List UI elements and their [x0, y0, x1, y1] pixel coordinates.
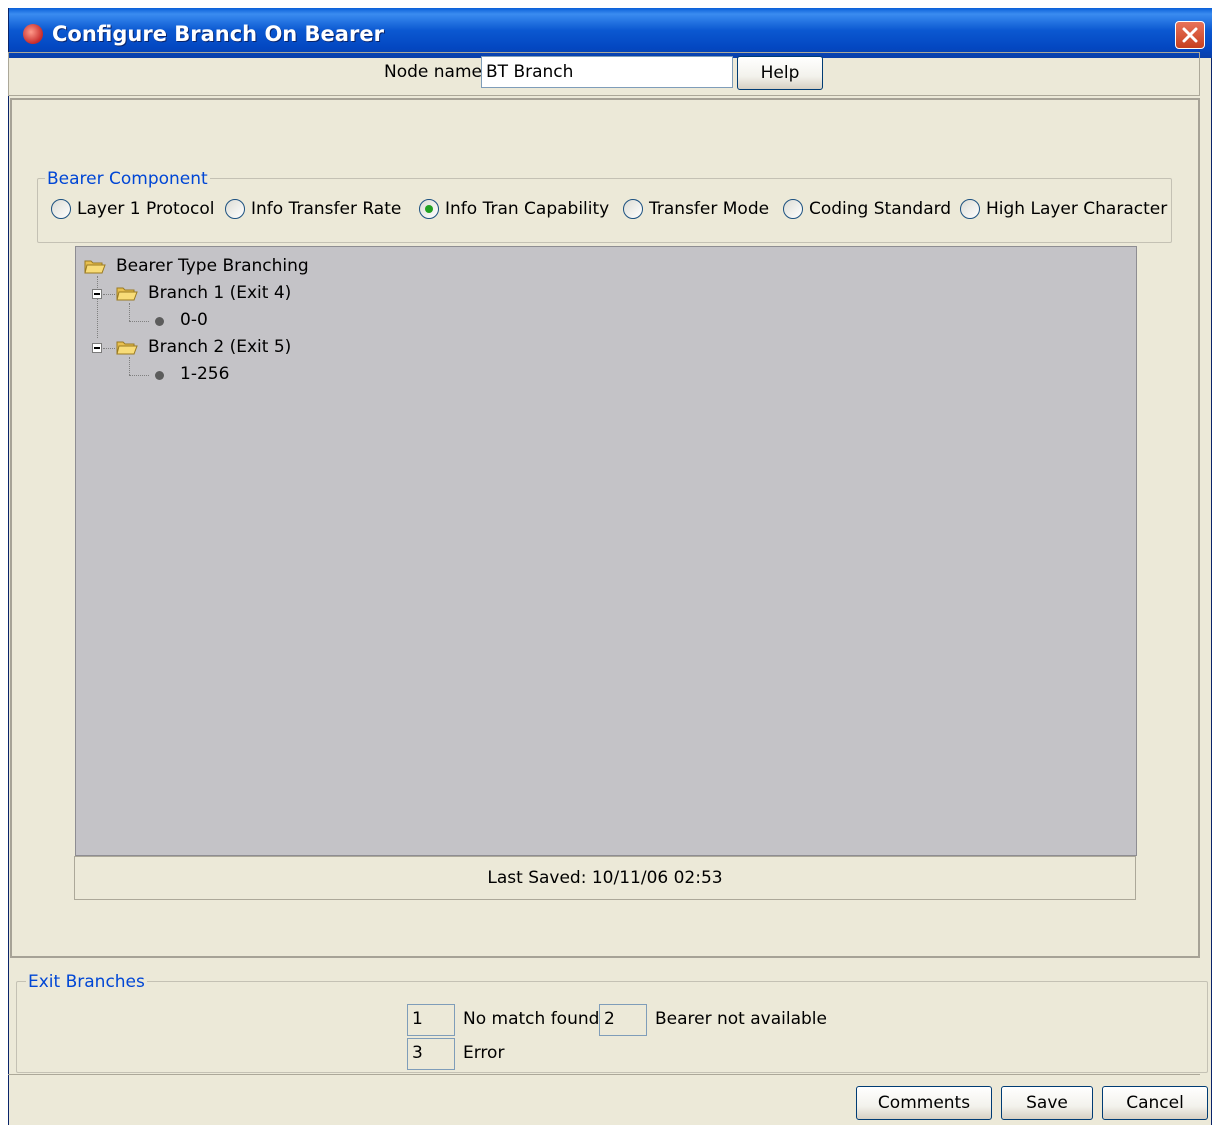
bearer-component-legend: Bearer Component	[45, 169, 210, 189]
radio-button-icon	[783, 199, 803, 219]
exit-branches-legend: Exit Branches	[26, 972, 147, 992]
exit-label: Error	[463, 1043, 505, 1063]
window-title: Configure Branch On Bearer	[52, 22, 384, 46]
tree-leaf-label[interactable]: 0-0	[180, 310, 208, 330]
exit-number-field: 1	[407, 1004, 455, 1036]
node-name-label: Node name	[384, 62, 482, 82]
save-button[interactable]: Save	[1001, 1086, 1093, 1120]
radio-label: High Layer Character	[986, 199, 1168, 219]
radio-button-icon	[623, 199, 643, 219]
close-button[interactable]	[1175, 21, 1205, 49]
folder-open-icon	[84, 260, 106, 274]
exit-label: Bearer not available	[655, 1009, 827, 1029]
radio-button-icon	[419, 199, 439, 219]
tree-root-label[interactable]: Bearer Type Branching	[116, 256, 309, 276]
tree-connector	[129, 321, 149, 322]
tree-leaf-label[interactable]: 1-256	[180, 364, 229, 384]
tree-connector	[129, 303, 130, 321]
exit-number-field: 2	[599, 1004, 647, 1036]
node-name-input[interactable]	[481, 56, 733, 88]
folder-open-icon	[116, 287, 138, 301]
radio-label: Info Tran Capability	[445, 199, 610, 219]
radio-selected-dot	[425, 205, 433, 213]
cancel-button[interactable]: Cancel	[1102, 1086, 1208, 1120]
tree-branch-label[interactable]: Branch 2 (Exit 5)	[148, 337, 291, 357]
tree-connector	[97, 276, 98, 338]
leaf-node-icon	[155, 371, 164, 380]
tree-connector	[103, 294, 115, 295]
collapse-icon[interactable]	[92, 343, 102, 353]
comments-button[interactable]: Comments	[856, 1086, 992, 1120]
leaf-node-icon	[155, 317, 164, 326]
radio-button-icon	[960, 199, 980, 219]
collapse-icon[interactable]	[92, 289, 102, 299]
radio-label: Coding Standard	[809, 199, 952, 219]
tree-connector	[129, 357, 130, 375]
radio-button-icon	[51, 199, 71, 219]
radio-label: Info Transfer Rate	[251, 199, 402, 219]
folder-open-icon	[116, 341, 138, 355]
radio-label: Transfer Mode	[649, 199, 770, 219]
radio-button-icon	[225, 199, 245, 219]
title-bar[interactable]: Configure Branch On Bearer	[9, 8, 1212, 58]
last-saved-status: Last Saved: 10/11/06 02:53	[74, 856, 1136, 900]
close-icon	[1182, 27, 1198, 43]
exit-number-field: 3	[407, 1038, 455, 1070]
exit-label: No match found	[463, 1009, 600, 1029]
tree-connector	[129, 375, 149, 376]
radio-label: Layer 1 Protocol	[77, 199, 215, 219]
help-button[interactable]: Help	[737, 56, 823, 90]
tree-branch-label[interactable]: Branch 1 (Exit 4)	[148, 283, 291, 303]
app-icon	[23, 24, 43, 44]
tree-connector	[103, 348, 115, 349]
